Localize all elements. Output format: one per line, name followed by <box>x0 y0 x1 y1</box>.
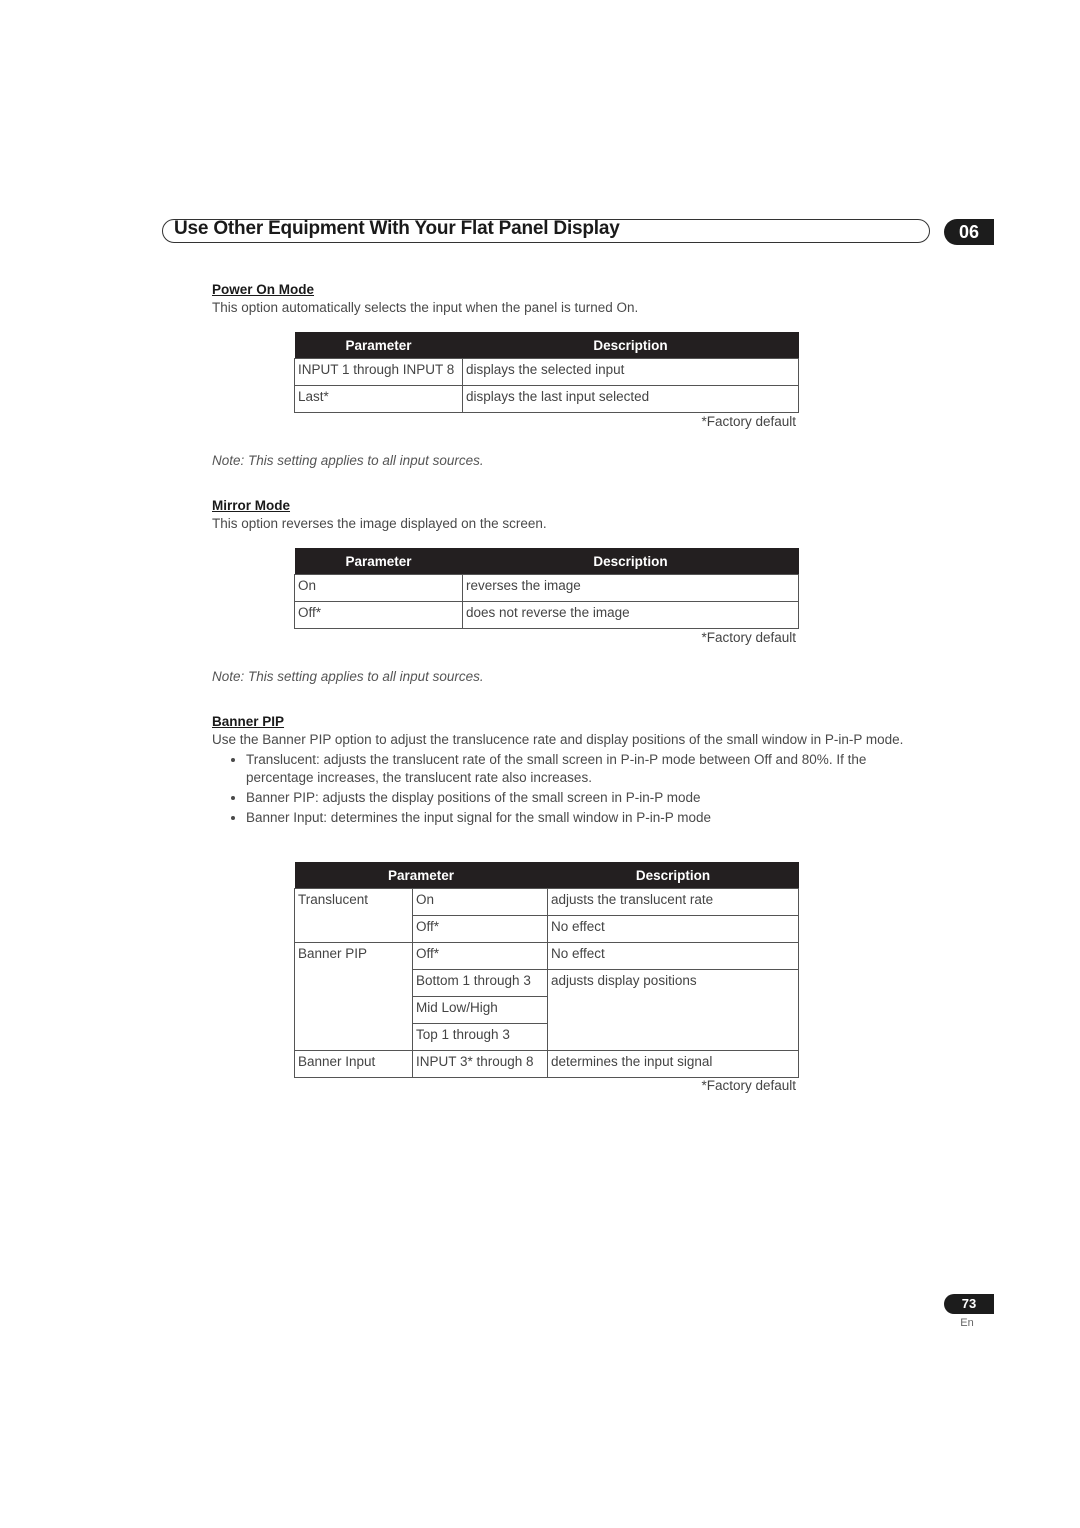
section-note: Note: This setting applies to all input … <box>212 453 484 468</box>
cell-value: Mid Low/High <box>412 996 548 1024</box>
cell-description: does not reverse the image <box>462 601 799 629</box>
header-parameter: Parameter <box>294 862 548 889</box>
cell-description: displays the selected input <box>462 358 799 386</box>
table-row: Banner Input INPUT 3* through 8 determin… <box>294 1050 799 1078</box>
bullet-item: Banner Input: determines the input signa… <box>246 809 922 827</box>
table-row: Translucent On adjusts the translucent r… <box>294 888 799 943</box>
cell-parameter: On <box>294 574 463 602</box>
banner-pip-section: Banner PIP Use the Banner PIP option to … <box>212 714 922 829</box>
cell-value: Off* <box>412 915 548 943</box>
factory-default-footnote: *Factory default <box>701 414 796 429</box>
cell-parameter: Off* <box>294 601 463 629</box>
power-on-mode-section: Power On Mode This option automatically … <box>212 282 932 317</box>
cell-group-translucent: Translucent <box>294 888 413 943</box>
section-intro: Use the Banner PIP option to adjust the … <box>212 732 904 747</box>
bullet-list: Translucent: adjusts the translucent rat… <box>212 751 922 827</box>
cell-description: reverses the image <box>462 574 799 602</box>
power-on-mode-table: Parameter Description INPUT 1 through IN… <box>294 332 799 413</box>
mirror-mode-table: Parameter Description On reverses the im… <box>294 548 799 629</box>
section-intro: This option reverses the image displayed… <box>212 516 547 531</box>
cell-description: displays the last input selected <box>462 385 799 413</box>
header-description: Description <box>462 332 799 359</box>
header-description: Description <box>547 862 799 889</box>
mirror-mode-section: Mirror Mode This option reverses the ima… <box>212 498 932 533</box>
bullet-item: Translucent: adjusts the translucent rat… <box>246 751 922 787</box>
section-intro: This option automatically selects the in… <box>212 300 639 315</box>
header-description: Description <box>462 548 799 575</box>
table-row: Banner PIP Off* No effect <box>294 942 799 1051</box>
bullet-item: Banner PIP: adjusts the display position… <box>246 789 922 807</box>
cell-description: adjusts display positions <box>547 969 799 1051</box>
table-header-row: Parameter Description <box>294 862 799 889</box>
header-parameter: Parameter <box>294 332 463 359</box>
cell-description: No effect <box>547 915 799 943</box>
section-heading: Power On Mode <box>212 282 315 297</box>
section-heading: Mirror Mode <box>212 498 291 513</box>
cell-parameter: INPUT 1 through INPUT 8 <box>294 358 463 386</box>
factory-default-footnote: *Factory default <box>701 1078 796 1093</box>
table-row: INPUT 1 through INPUT 8 displays the sel… <box>294 358 799 386</box>
section-note: Note: This setting applies to all input … <box>212 669 484 684</box>
page-number-badge: 73 <box>944 1294 994 1314</box>
factory-default-footnote: *Factory default <box>701 630 796 645</box>
table-row: Off* does not reverse the image <box>294 601 799 629</box>
cell-group-banner-pip: Banner PIP <box>294 942 413 1051</box>
cell-group-banner-input: Banner Input <box>294 1050 413 1078</box>
cell-value: Bottom 1 through 3 <box>412 969 548 997</box>
cell-value: INPUT 3* through 8 <box>412 1050 548 1078</box>
cell-description: No effect <box>547 942 799 970</box>
page-title: Use Other Equipment With Your Flat Panel… <box>174 218 620 239</box>
section-heading: Banner PIP <box>212 714 285 729</box>
table-row: Last* displays the last input selected <box>294 385 799 413</box>
chapter-number-badge: 06 <box>944 219 994 245</box>
banner-pip-table: Parameter Description Translucent On adj… <box>294 862 799 1078</box>
cell-value: Top 1 through 3 <box>412 1023 548 1051</box>
header-parameter: Parameter <box>294 548 463 575</box>
table-header-row: Parameter Description <box>294 548 799 575</box>
cell-parameter: Last* <box>294 385 463 413</box>
table-header-row: Parameter Description <box>294 332 799 359</box>
cell-value: On <box>412 888 548 916</box>
table-row: On reverses the image <box>294 574 799 602</box>
cell-description: adjusts the translucent rate <box>547 888 799 916</box>
cell-description: determines the input signal <box>547 1050 799 1078</box>
cell-value: Off* <box>412 942 548 970</box>
page-language: En <box>960 1317 974 1329</box>
